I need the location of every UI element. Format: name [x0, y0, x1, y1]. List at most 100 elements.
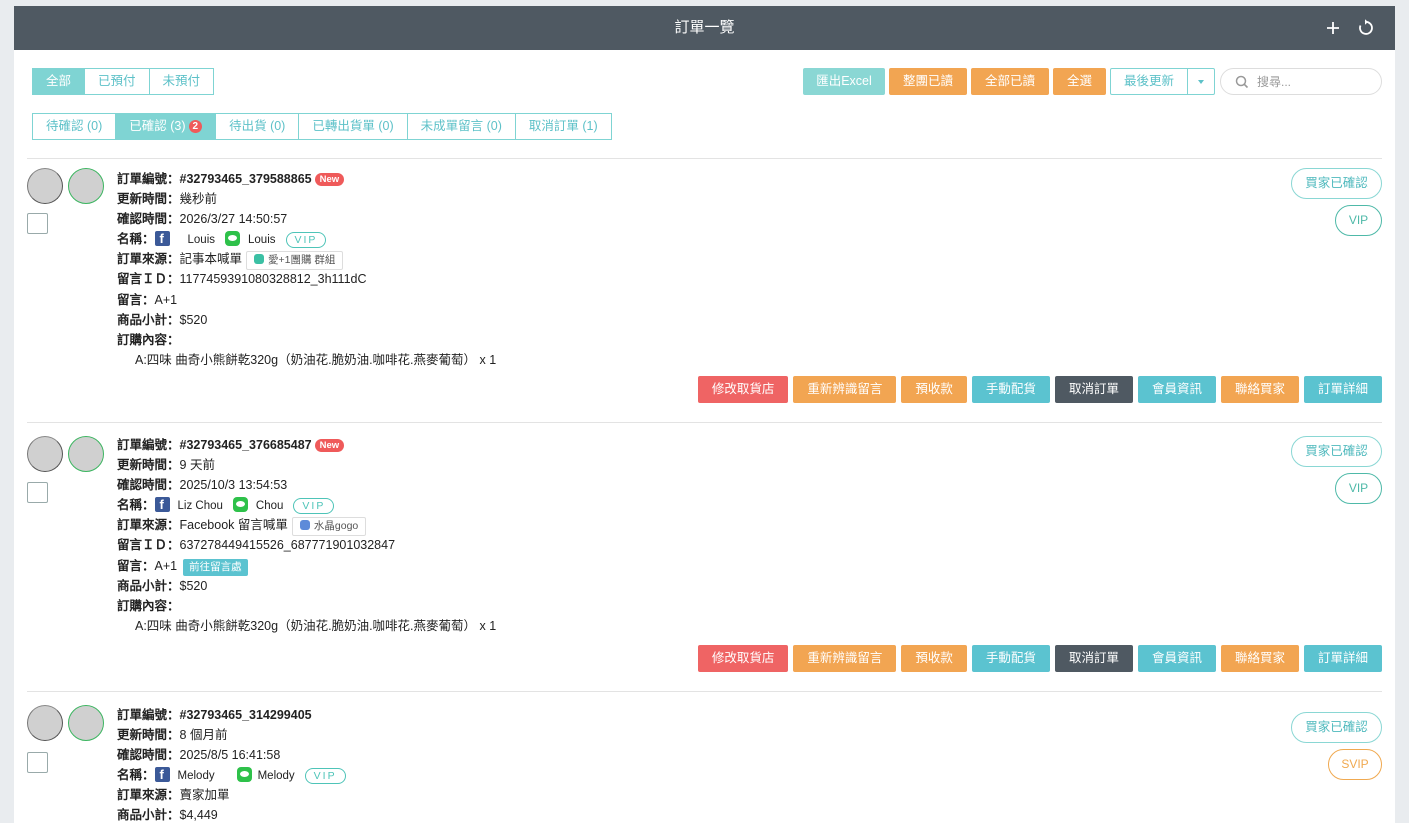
line-group-icon — [254, 254, 265, 265]
updated-time: 幾秒前 — [179, 192, 218, 207]
select-all-button[interactable]: 全選 — [1053, 68, 1106, 95]
confirmed-time: 2026/3/27 14:50:57 — [179, 212, 288, 227]
order-detail-button[interactable]: 訂單詳細 — [1303, 645, 1382, 672]
tab-cancelled[interactable]: 取消訂單 (1) — [514, 113, 612, 140]
cancel-order-button[interactable]: 取消訂單 — [1054, 376, 1133, 403]
order-card: 訂單編號：#32793465_376685487 New 更新時間：9 天前 確認… — [27, 422, 1382, 692]
avatar — [27, 168, 63, 204]
comment-text: A+1 — [154, 292, 178, 307]
updated-time: 8 個月前 — [179, 728, 228, 743]
filter-prepaid[interactable]: 已預付 — [84, 68, 150, 95]
facebook-icon — [154, 231, 170, 247]
buyer-confirmed-button[interactable]: 買家已確認 — [1291, 712, 1382, 743]
vip-badge: VIP — [293, 498, 335, 515]
line-name[interactable]: Melody — [258, 766, 295, 786]
member-info-button[interactable]: 會員資訊 — [1137, 645, 1216, 672]
payment-filter: 全部 已預付 未預付 — [32, 68, 215, 95]
contact-buyer-button[interactable]: 聯絡買家 — [1220, 645, 1299, 672]
avatar — [68, 436, 104, 472]
order-actions: 修改取貨店 重新辨識留言 預收款 手動配貨 取消訂單 會員資訊 聯絡買家 訂單詳… — [693, 645, 1382, 672]
tab-pending[interactable]: 待確認 (0) — [32, 113, 117, 140]
buyer-confirmed-button[interactable]: 買家已確認 — [1291, 436, 1382, 467]
facebook-name[interactable]: Liz Chou — [178, 496, 223, 516]
contact-buyer-button[interactable]: 聯絡買家 — [1220, 376, 1299, 403]
source-group-tag[interactable]: 愛+1團購 群組 — [246, 251, 344, 271]
order-number: #32793465_379588865 — [179, 172, 312, 186]
confirmed-time: 2025/10/3 13:54:53 — [179, 478, 288, 493]
unread-count-badge: 2 — [188, 120, 203, 133]
updated-time: 9 天前 — [179, 458, 215, 473]
mark-page-read-button[interactable]: 整團已讀 — [889, 68, 967, 95]
line-name[interactable]: Chou — [256, 496, 284, 516]
new-badge: New — [314, 439, 345, 452]
tab-confirmed[interactable]: 已確認 (3) 2 — [115, 113, 217, 140]
refresh-icon[interactable] — [1353, 16, 1377, 40]
comment-text: A+1 — [154, 558, 178, 573]
search-box[interactable] — [1220, 68, 1382, 95]
reparse-comment-button[interactable]: 重新辨識留言 — [793, 645, 897, 672]
vip-badge: VIP — [285, 232, 327, 249]
order-info: 訂單編號：#32793465_314299405 更新時間：8 個月前 確認時間… — [117, 705, 346, 823]
member-level-badge[interactable]: SVIP — [1328, 749, 1382, 780]
order-source: Facebook 留言喊單 — [179, 518, 288, 533]
order-checkbox[interactable] — [27, 482, 48, 503]
comment-id: 1177459391080328812_3h111dC — [179, 272, 367, 287]
title-bar: 訂單一覽 — [14, 6, 1395, 50]
tab-to-ship[interactable]: 待出貨 (0) — [215, 113, 300, 140]
order-item: A:四味 曲奇小熊餅乾320g（奶油花.脆奶油.咖啡花.燕麥葡萄） x 1 — [135, 618, 497, 633]
plus-icon[interactable] — [1321, 16, 1345, 40]
filter-all[interactable]: 全部 — [32, 68, 86, 95]
go-to-comment-link[interactable]: 前往留言處 — [183, 558, 248, 576]
export-excel-button[interactable]: 匯出Excel — [803, 68, 885, 95]
search-icon — [1235, 75, 1249, 89]
order-detail-button[interactable]: 訂單詳細 — [1303, 376, 1382, 403]
order-checkbox[interactable] — [27, 213, 48, 234]
buyer-confirmed-button[interactable]: 買家已確認 — [1291, 168, 1382, 199]
manual-allocate-button[interactable]: 手動配貨 — [971, 376, 1050, 403]
order-actions: 修改取貨店 重新辨識留言 預收款 手動配貨 取消訂單 會員資訊 聯絡買家 訂單詳… — [693, 376, 1382, 403]
manual-allocate-button[interactable]: 手動配貨 — [971, 645, 1050, 672]
comment-id: 637278449415526_687771901032847 — [179, 538, 396, 553]
avatar — [27, 705, 63, 741]
member-level-badge[interactable]: VIP — [1335, 205, 1382, 236]
line-icon — [225, 231, 241, 247]
order-number: #32793465_376685487 — [179, 438, 312, 452]
facebook-name[interactable]: Louis — [188, 230, 216, 250]
edit-pickup-store-button[interactable]: 修改取貨店 — [697, 376, 789, 403]
subtotal: $4,449 — [179, 808, 218, 823]
member-level-badge[interactable]: VIP — [1335, 473, 1382, 504]
chevron-down-icon[interactable] — [1188, 69, 1214, 94]
sort-label[interactable]: 最後更新 — [1111, 69, 1188, 94]
new-badge: New — [314, 173, 345, 186]
cancel-order-button[interactable]: 取消訂單 — [1054, 645, 1133, 672]
facebook-icon — [154, 767, 170, 783]
sort-dropdown[interactable]: 最後更新 — [1110, 68, 1215, 95]
prepayment-button[interactable]: 預收款 — [901, 376, 967, 403]
avatar — [68, 168, 104, 204]
order-number: #32793465_314299405 — [179, 708, 312, 722]
avatar — [68, 705, 104, 741]
order-item: A:四味 曲奇小熊餅乾320g（奶油花.脆奶油.咖啡花.燕麥葡萄） x 1 — [135, 352, 497, 367]
search-input[interactable] — [1257, 74, 1375, 90]
reparse-comment-button[interactable]: 重新辨識留言 — [793, 376, 897, 403]
facebook-icon — [154, 497, 170, 513]
order-info: 訂單編號：#32793465_376685487 New 更新時間：9 天前 確認… — [117, 435, 496, 636]
order-source: 賣家加單 — [179, 788, 230, 803]
confirmed-time: 2025/8/5 16:41:58 — [179, 748, 281, 763]
line-name[interactable]: Louis — [248, 230, 276, 250]
edit-pickup-store-button[interactable]: 修改取貨店 — [697, 645, 789, 672]
source-group-tag[interactable]: 水晶gogo — [291, 517, 367, 537]
line-icon — [232, 497, 248, 513]
tab-shipped[interactable]: 已轉出貨單 (0) — [298, 113, 408, 140]
filter-unpaid[interactable]: 未預付 — [148, 68, 215, 95]
tab-unordered-comments[interactable]: 未成單留言 (0) — [406, 113, 516, 140]
prepayment-button[interactable]: 預收款 — [901, 645, 967, 672]
vip-badge: VIP — [304, 768, 346, 785]
facebook-group-icon — [299, 520, 310, 531]
mark-all-read-button[interactable]: 全部已讀 — [971, 68, 1049, 95]
order-checkbox[interactable] — [27, 752, 48, 773]
order-card: 訂單編號：#32793465_379588865 New 更新時間：幾秒前 確認時… — [27, 158, 1382, 423]
member-info-button[interactable]: 會員資訊 — [1137, 376, 1216, 403]
order-card: 訂單編號：#32793465_314299405 更新時間：8 個月前 確認時間… — [27, 691, 1382, 823]
facebook-name[interactable]: Melody — [178, 766, 215, 786]
